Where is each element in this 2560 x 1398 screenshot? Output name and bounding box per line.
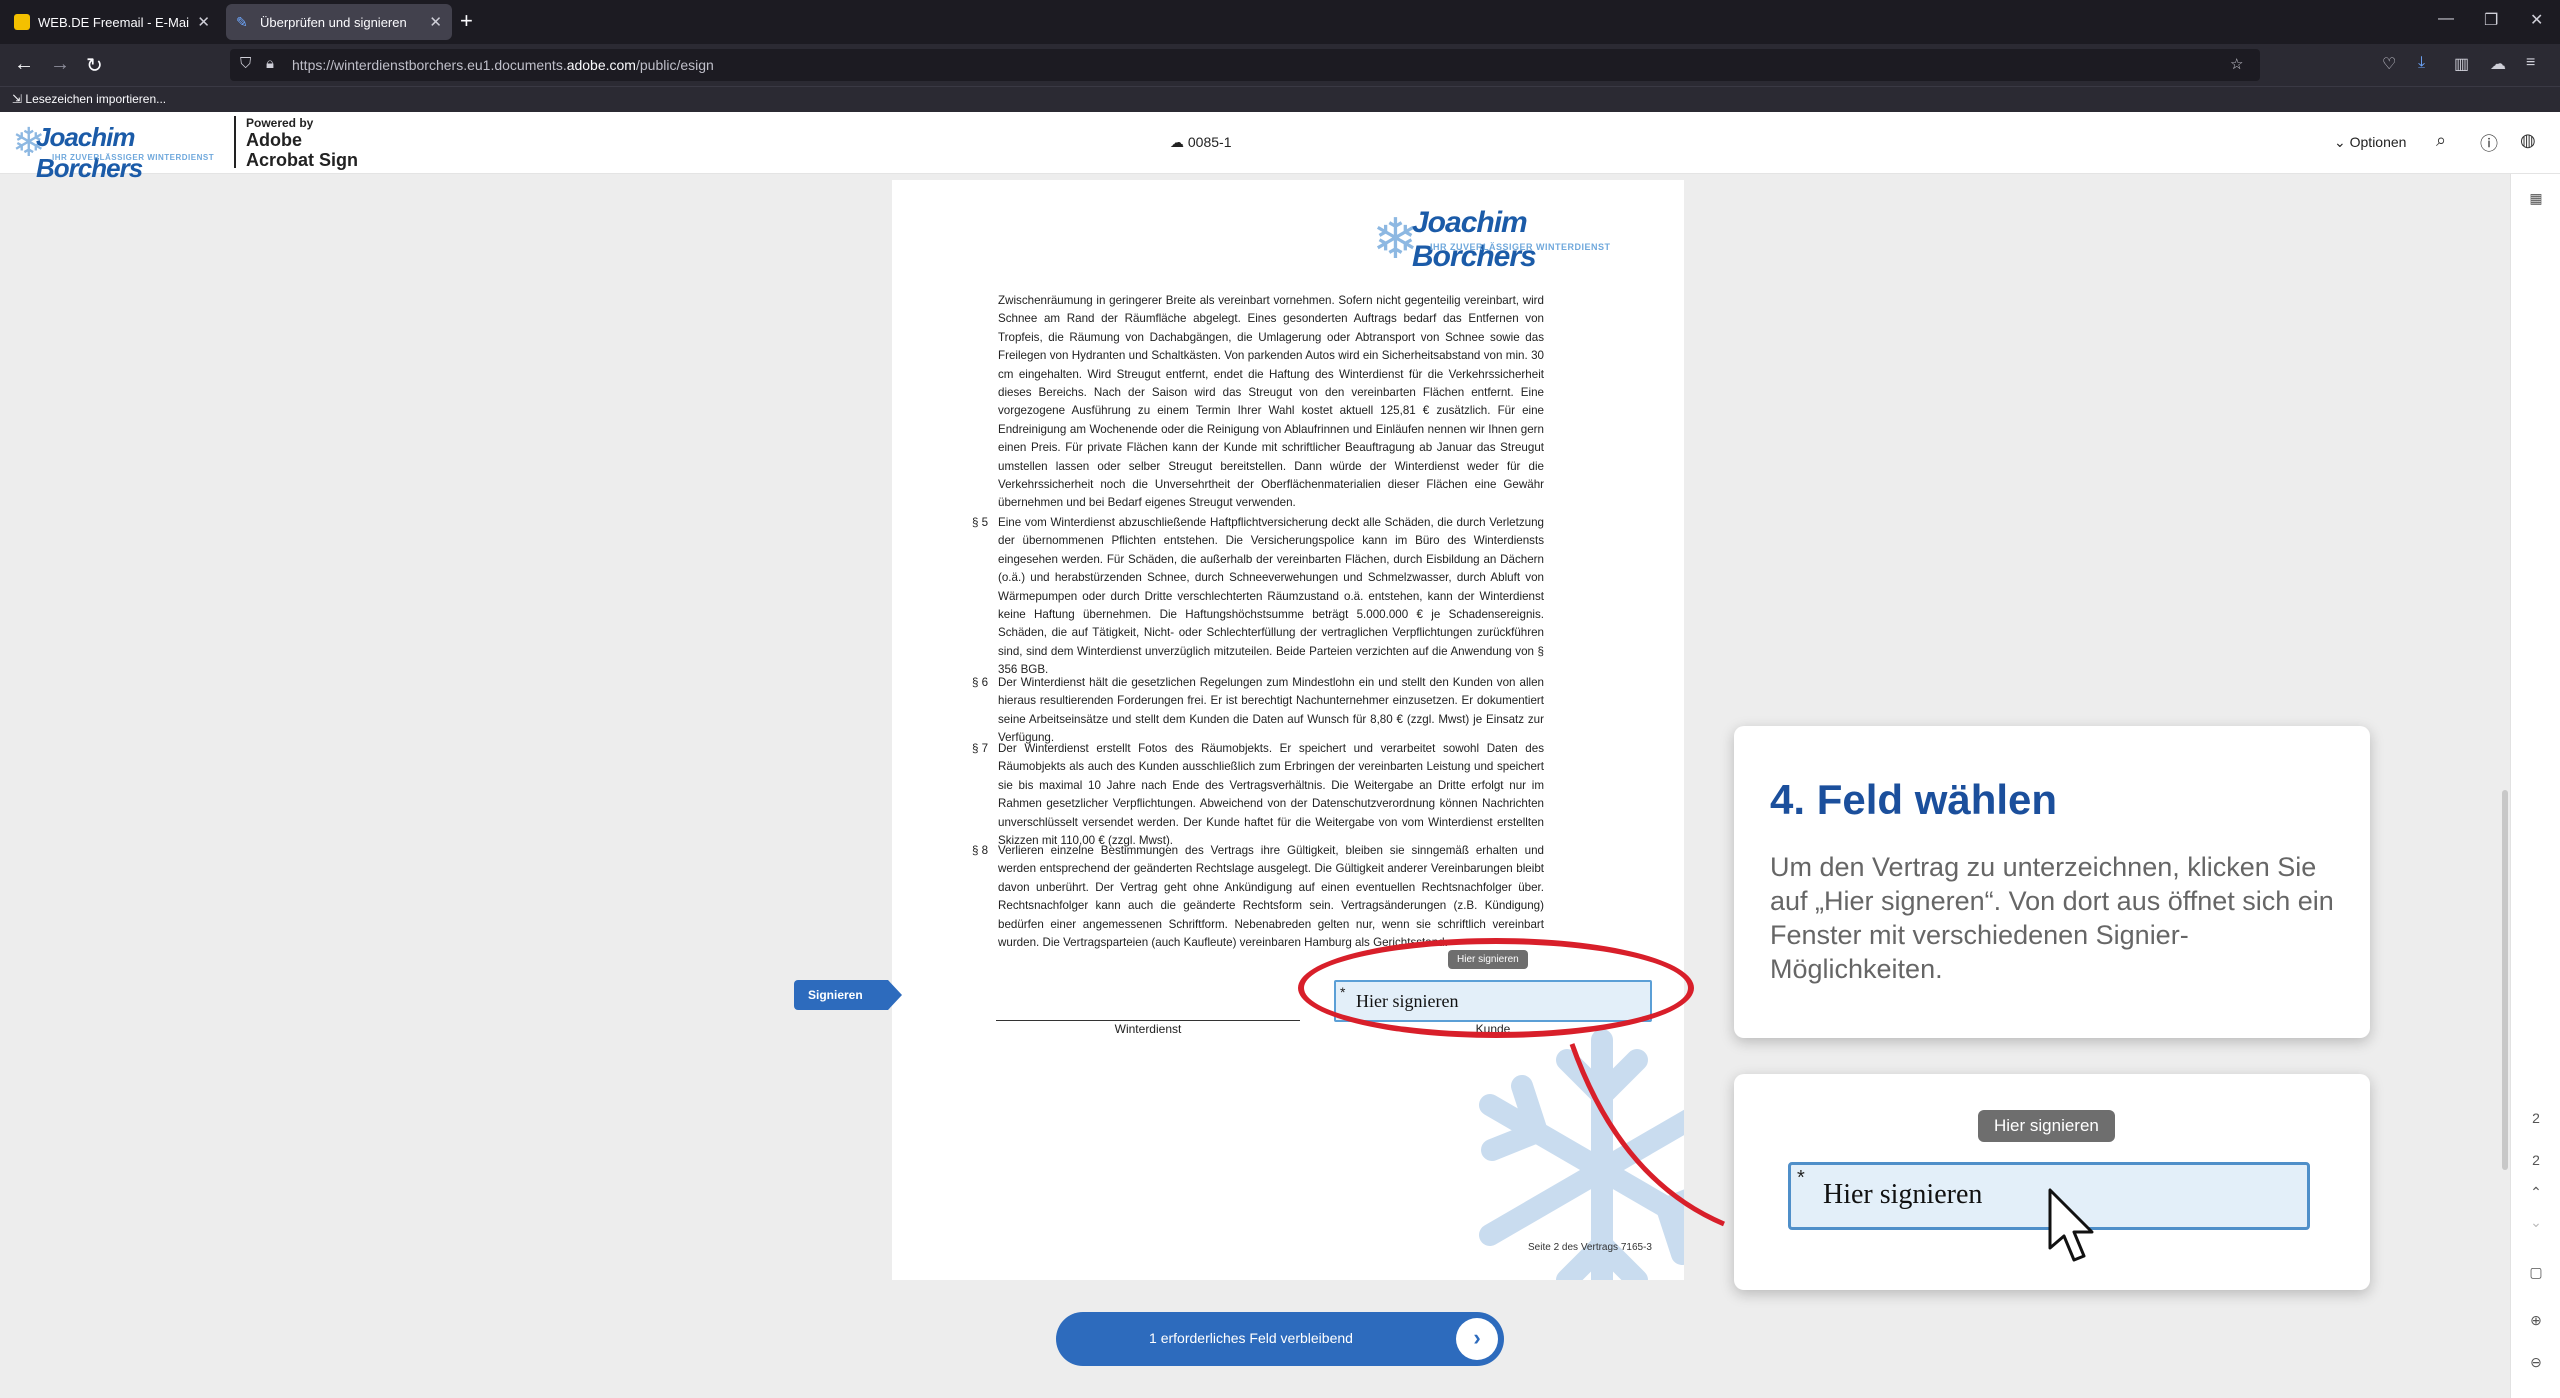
tutorial-heading: 4. Feld wählen <box>1770 776 2058 823</box>
close-tab-icon[interactable]: ✕ <box>197 13 210 31</box>
intro-paragraph: Zwischenräumung in geringerer Breite als… <box>998 294 1544 510</box>
thumbnails-grid-icon[interactable]: ▦ <box>2511 190 2560 207</box>
chevron-right-icon: › <box>1456 1318 1498 1360</box>
brand-logo: ❄ Joachim Borchers IHR ZUVERLÄSSIGER WIN… <box>12 118 216 183</box>
adobe-sign-favicon-icon: ✎ <box>236 14 248 30</box>
lock-icon[interactable]: 🔒︎ <box>266 55 274 72</box>
section-number: § 7 <box>972 742 989 755</box>
tab-title: WEB.DE Freemail - E-Mail made in Germany <box>38 14 190 30</box>
vertical-scrollbar[interactable] <box>2502 790 2508 1170</box>
download-icon[interactable]: ⤓ <box>2418 54 2425 72</box>
help-icon[interactable]: ⓘ <box>2480 130 2498 156</box>
tab-title: Überprüfen und signieren <box>260 14 407 30</box>
section-number: § 5 <box>972 516 989 529</box>
sync-icon[interactable]: ☁ <box>2490 54 2506 74</box>
mouse-cursor-icon <box>2048 1188 2094 1262</box>
cloud-icon: ☁ <box>1170 134 1184 150</box>
page-up-chevron-icon[interactable]: ⌃ <box>2511 1184 2560 1201</box>
document-page: ❄ Joachim Borchers IHR ZUVERLÄSSIGER WIN… <box>892 180 1684 1280</box>
section-number: § 8 <box>972 844 989 857</box>
browser-tab-bar: WEB.DE Freemail - E-Mail made in Germany… <box>0 0 2560 44</box>
page-down-chevron-icon[interactable]: ⌄ <box>2511 1214 2560 1231</box>
required-field-next-button[interactable]: 1 erforderliches Feld verbleibend › <box>1056 1312 1504 1366</box>
tab-webde[interactable]: WEB.DE Freemail - E-Mail made in Germany… <box>4 4 220 40</box>
shield-icon[interactable]: ⛉ <box>240 55 251 72</box>
zoom-required-star: * <box>1797 1167 1805 1189</box>
window-close-icon[interactable]: ✕ <box>2530 10 2543 30</box>
restore-icon[interactable]: ❐ <box>2484 10 2498 30</box>
search-icon[interactable]: ⌕ <box>2436 130 2446 151</box>
chevron-down-icon: ⌄ <box>2334 134 2346 150</box>
document-brand-tagline: IHR ZUVERLÄSSIGER WINTERDIENST <box>1430 242 1611 252</box>
document-brand-logo: ❄ Joachim Borchers IHR ZUVERLÄSSIGER WIN… <box>1372 206 1652 273</box>
app-header: ❄ Joachim Borchers IHR ZUVERLÄSSIGER WIN… <box>0 112 2560 183</box>
zoom-tooltip: Hier signieren <box>1978 1110 2115 1142</box>
document-brand-name: Joachim Borchers <box>1412 206 1537 273</box>
powered-by-block: Powered by Adobe Acrobat Sign <box>246 116 358 170</box>
tutorial-zoom-card: Hier signieren * Hier signieren <box>1734 1074 2370 1290</box>
signieren-marker-button[interactable]: Signieren <box>794 980 902 1010</box>
header-divider <box>234 116 236 168</box>
menu-hamburger-icon[interactable]: ≡ <box>2526 54 2535 72</box>
options-label: Optionen <box>2349 134 2407 150</box>
section-text: Der Winterdienst erstellt Fotos des Räum… <box>998 742 1544 848</box>
section-number: § 6 <box>972 676 989 689</box>
close-tab-icon[interactable]: ✕ <box>429 13 442 31</box>
brand-tagline: IHR ZUVERLÄSSIGER WINTERDIENST <box>52 153 215 162</box>
reload-icon[interactable]: ↻ <box>86 53 103 78</box>
webde-favicon-icon <box>14 14 30 30</box>
options-menu-button[interactable]: ⌄ Optionen <box>2334 134 2406 151</box>
tab-adobe-sign[interactable]: ✎ Überprüfen und signieren ✕ <box>226 4 452 40</box>
import-bookmarks-label: Lesezeichen importieren... <box>25 92 167 106</box>
total-page-number: 2 <box>2532 1152 2540 1168</box>
current-page-number: 2 <box>2532 1110 2540 1126</box>
minimize-icon[interactable]: — <box>2438 10 2454 28</box>
language-globe-icon[interactable]: ◍ <box>2520 130 2536 151</box>
powered-by-label: Powered by <box>246 116 314 130</box>
section-text: Der Winterdienst hält die gesetzlichen R… <box>998 676 1544 745</box>
pocket-icon[interactable]: ♡ <box>2382 54 2396 74</box>
signature-line-winterdienst <box>996 1020 1300 1021</box>
url-bar[interactable]: ⛉ 🔒︎ https://winterdienstborchers.eu1.do… <box>230 49 2260 81</box>
right-tool-rail: ▦ 2 2 ⌃ ⌄ ▢ ⊕ ⊖ <box>2510 174 2560 1398</box>
zoom-in-icon[interactable]: ⊕ <box>2511 1312 2560 1329</box>
page-footer: Seite 2 des Vertrags 7165-3 <box>1528 1242 1652 1253</box>
forward-arrow-icon[interactable]: → <box>50 53 70 76</box>
signature-label-winterdienst: Winterdienst <box>1114 1022 1182 1036</box>
product-name-line2: Acrobat Sign <box>246 150 359 170</box>
bookmark-star-icon[interactable]: ☆ <box>2230 55 2243 73</box>
tutorial-body: Um den Vertrag zu unterzeichnen, klicken… <box>1770 852 2334 984</box>
bookmarks-bar: ⇲ Lesezeichen importieren... <box>0 86 2560 112</box>
zoom-out-icon[interactable]: ⊖ <box>2511 1354 2560 1371</box>
browser-nav-bar: ← → ↻ ⛉ 🔒︎ https://winterdienstborchers.… <box>0 44 2560 86</box>
section-text: Verlieren einzelne Bestimmungen des Vert… <box>998 844 1544 950</box>
new-tab-plus-icon[interactable]: + <box>460 8 473 34</box>
import-bookmarks-link[interactable]: ⇲ Lesezeichen importieren... <box>12 92 166 106</box>
url-text: https://winterdienstborchers.eu1.documen… <box>292 57 714 73</box>
required-field-label: 1 erforderliches Feld verbleibend <box>1149 1330 1353 1346</box>
fit-page-icon[interactable]: ▢ <box>2511 1264 2560 1281</box>
product-name-line1: Adobe <box>246 130 302 150</box>
library-icon[interactable]: ▥ <box>2454 54 2469 74</box>
document-id: ☁ 0085-1 <box>1170 134 1231 151</box>
snowflake-watermark-icon <box>1479 1029 1684 1280</box>
zoom-sign-text: Hier signieren <box>1823 1179 1983 1210</box>
tutorial-step-card: 4. Feld wählen Um den Vertrag zu unterze… <box>1734 726 2370 1038</box>
highlight-oval <box>1298 938 1694 1038</box>
section-text: Eine vom Winterdienst abzuschließende Ha… <box>998 516 1544 677</box>
document-id-text: 0085-1 <box>1187 134 1232 150</box>
back-arrow-icon[interactable]: ← <box>14 53 34 76</box>
